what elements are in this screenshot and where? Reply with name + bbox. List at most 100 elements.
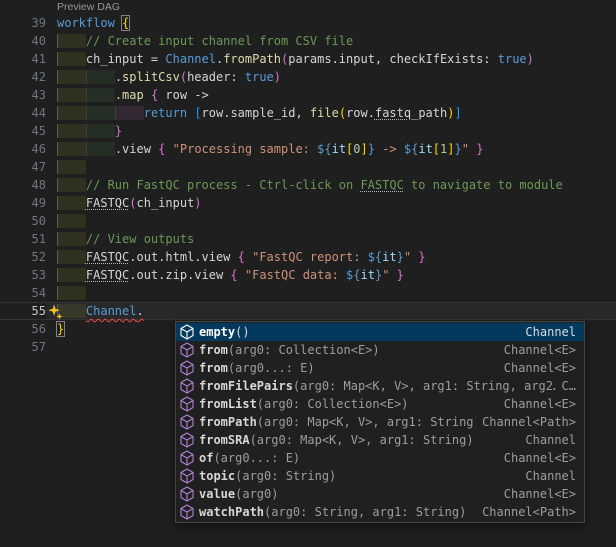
code-line[interactable]: 47 (0, 158, 616, 176)
code-text (57, 158, 86, 176)
code-text: // View outputs (57, 230, 194, 248)
token: fromPath (223, 52, 281, 66)
codelens-preview-dag[interactable]: Preview DAG (57, 1, 120, 13)
code-line[interactable]: 53 FASTQC.out.zip.view { "FastQC data: $… (0, 266, 616, 284)
indent-guide (57, 124, 86, 138)
code-line[interactable]: 50 (0, 212, 616, 230)
suggestion-item[interactable]: fromSRA(arg0: Map<K, V>, arg1: String)Ch… (176, 431, 584, 449)
line-number: 56 (0, 320, 46, 338)
code-line[interactable]: 41 ch_input = Channel.fromPath(params.in… (0, 50, 616, 68)
token: } (476, 142, 483, 156)
suggestion-type: Channel<E> (504, 395, 576, 413)
code-text: } (57, 122, 122, 140)
code-line[interactable]: 54 (0, 284, 616, 302)
suggestion-type: Channel<Path> (482, 413, 576, 431)
suggestion-label: fromList(arg0: Collection<E>) (199, 395, 409, 413)
line-number: 48 (0, 176, 46, 194)
code-action-sparkle-icon[interactable] (46, 304, 64, 320)
token: true (245, 70, 274, 84)
token: ${ (317, 142, 331, 156)
token: row. (346, 106, 375, 120)
token: it (382, 250, 396, 264)
suggestion-type: Channel<E> (504, 341, 576, 359)
code-line[interactable]: 45 } (0, 122, 616, 140)
code-editor: Preview DAG 39workflow {40 // Create inp… (0, 0, 616, 547)
token: ${ (404, 142, 418, 156)
token: // View outputs (86, 232, 194, 246)
indent-guide (57, 214, 86, 228)
token: it (332, 142, 346, 156)
indent-guide (57, 142, 86, 156)
token: ) (527, 52, 534, 66)
code-line[interactable]: 44 return [row.sample_id, file(row.fastq… (0, 104, 616, 122)
indent-guide (57, 106, 86, 120)
code-line[interactable]: 49 FASTQC(ch_input) (0, 194, 616, 212)
token: { (230, 268, 237, 282)
suggestion-item[interactable]: topic(arg0: String) Channel (176, 467, 584, 485)
token: it (361, 268, 375, 282)
line-number: 43 (0, 86, 46, 104)
code-line[interactable]: 52 FASTQC.out.html.view { "FastQC report… (0, 248, 616, 266)
suggestion-item[interactable]: watchPath(arg0: String, arg1: String)Cha… (176, 503, 584, 521)
token (115, 16, 122, 30)
token: "FastQC report: (252, 250, 368, 264)
suggestion-item[interactable]: of(arg0...: E)Channel<E> (176, 449, 584, 467)
code-line[interactable]: 39workflow { (0, 14, 616, 32)
line-number: 53 (0, 266, 46, 284)
indent-guide (86, 142, 115, 156)
symbol-method-icon (179, 342, 195, 358)
indent-guide (115, 106, 144, 120)
token: return (144, 106, 187, 120)
code-line[interactable]: 51 // View outputs (0, 230, 616, 248)
token: ch_input = (86, 52, 165, 66)
suggestion-item[interactable]: fromList(arg0: Collection<E>) Channel<E> (176, 395, 584, 413)
token: workflow (57, 16, 115, 30)
token: } (455, 142, 462, 156)
token: FASTQC (86, 268, 129, 282)
code-line[interactable]: 40 // Create input channel from CSV file (0, 32, 616, 50)
suggestion-label: topic(arg0: String) (199, 467, 336, 485)
token: // Run FastQC process - Ctrl-click on (86, 178, 361, 192)
suggestion-item[interactable]: empty()Channel (176, 323, 584, 341)
suggestion-item[interactable]: fromFilePairs(arg0: Map<K, V>, arg1: Str… (176, 377, 584, 395)
code-line[interactable]: 55 Channel. (0, 302, 616, 320)
code-text: } (57, 320, 64, 338)
code-line[interactable]: 43 .map { row -> (0, 86, 616, 104)
suggestion-type: Channel<E> (504, 485, 576, 503)
code-text: ch_input = Channel.fromPath(params.input… (57, 50, 534, 68)
code-line[interactable]: 46 .view { "Processing sample: ${it[0]} … (0, 140, 616, 158)
token: ch_input (137, 196, 195, 210)
line-number: 55 (0, 302, 46, 320)
token: FASTQC (360, 178, 403, 192)
token: FASTQC (86, 250, 129, 264)
token: } (397, 268, 404, 282)
suggestion-item[interactable]: from(arg0...: E)Channel<E> (176, 359, 584, 377)
token (165, 142, 172, 156)
token: ${ (368, 250, 382, 264)
token: "FastQC data: (245, 268, 346, 282)
symbol-method-icon (179, 450, 195, 466)
code-text: // Run FastQC process - Ctrl-click on FA… (57, 176, 563, 194)
code-text: .view { "Processing sample: ${it[0]} -> … (57, 140, 483, 158)
indent-guide (57, 196, 86, 210)
suggestion-label: value(arg0) (199, 485, 278, 503)
symbol-method-icon (179, 396, 195, 412)
token (389, 268, 396, 282)
indent-guide (57, 34, 86, 48)
suggestion-item[interactable]: fromPath(arg0: Map<K, V>, arg1: String)C… (176, 413, 584, 431)
suggestion-type: Channel (525, 467, 576, 485)
code-line[interactable]: 48 // Run FastQC process - Ctrl-click on… (0, 176, 616, 194)
symbol-method-icon (179, 432, 195, 448)
code-text: return [row.sample_id, file(row.fastq_pa… (57, 104, 462, 122)
suggestion-item[interactable]: value(arg0) Channel<E> (176, 485, 584, 503)
line-number: 46 (0, 140, 46, 158)
token: 0 (353, 142, 360, 156)
code-text: workflow { (57, 14, 129, 32)
code-text: FASTQC(ch_input) (57, 194, 202, 212)
suggestion-item[interactable]: from(arg0: Collection<E>)Channel<E> (176, 341, 584, 359)
indent-guide (86, 88, 115, 102)
token: // Create input channel from CSV file (86, 34, 353, 48)
code-line[interactable]: 42 .splitCsv(header: true) (0, 68, 616, 86)
indent-guide (57, 232, 86, 246)
token: _path (411, 106, 447, 120)
